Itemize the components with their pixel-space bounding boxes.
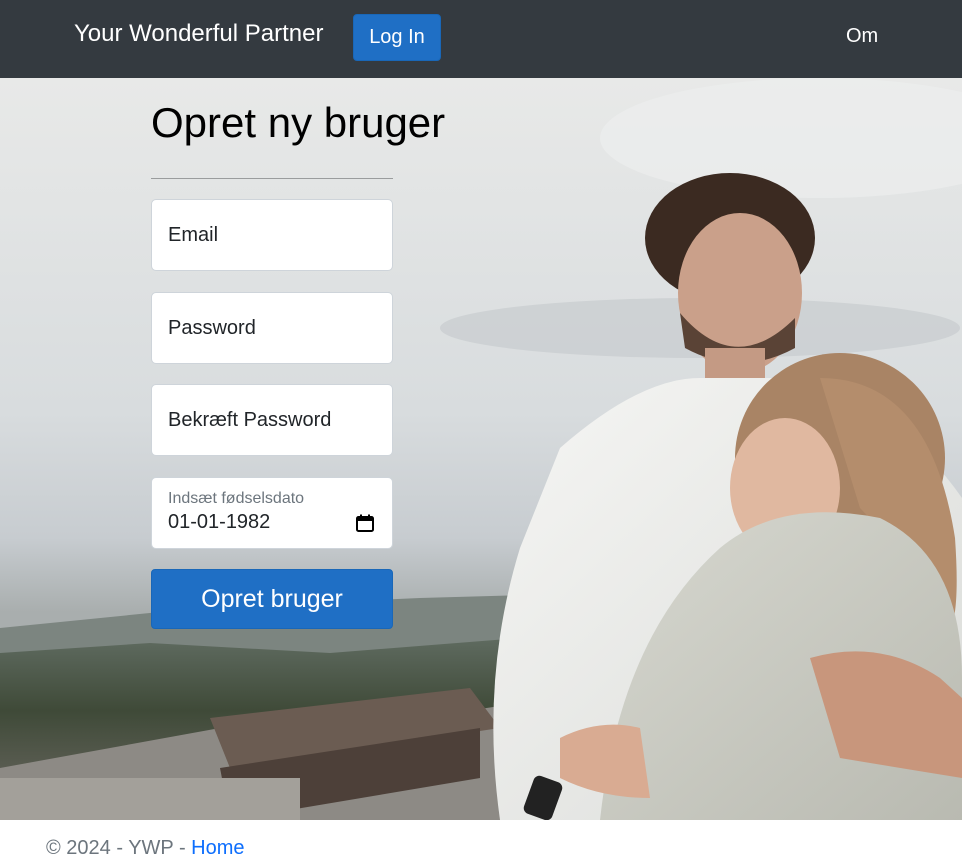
footer: © 2024 - YWP - Home [0,820,962,867]
top-navbar: Your Wonderful Partner Log In Om [0,0,962,78]
page-title: Opret ny bruger [151,99,446,146]
confirm-password-field-label: Bekræft Password [168,408,332,431]
login-button[interactable]: Log In [353,14,441,61]
couple-background-photo [0,78,962,820]
footer-text: © 2024 - YWP - Home [46,837,245,860]
hero-section: Opret ny bruger Email Password Bekræft P… [0,78,962,820]
birthdate-field[interactable]: Indsæt fødselsdato 01-01-1982 [151,477,393,549]
email-field-label: Email [168,223,219,246]
calendar-icon[interactable] [356,514,374,532]
footer-home-link[interactable]: Home [191,837,244,859]
footer-copyright: © 2024 - YWP - [46,837,192,859]
brand-title[interactable]: Your Wonderful Partner [74,19,323,49]
birthdate-field-label: Indsæt fødselsdato [168,490,305,507]
password-field[interactable]: Password [151,292,393,364]
password-field-label: Password [168,316,256,339]
title-divider [151,178,393,179]
nav-link-about[interactable]: Om [846,24,878,48]
confirm-password-field[interactable]: Bekræft Password [151,384,393,456]
email-field[interactable]: Email [151,199,393,271]
create-user-button[interactable]: Opret bruger [151,569,393,629]
birthdate-value: 01-01-1982 [168,511,271,533]
